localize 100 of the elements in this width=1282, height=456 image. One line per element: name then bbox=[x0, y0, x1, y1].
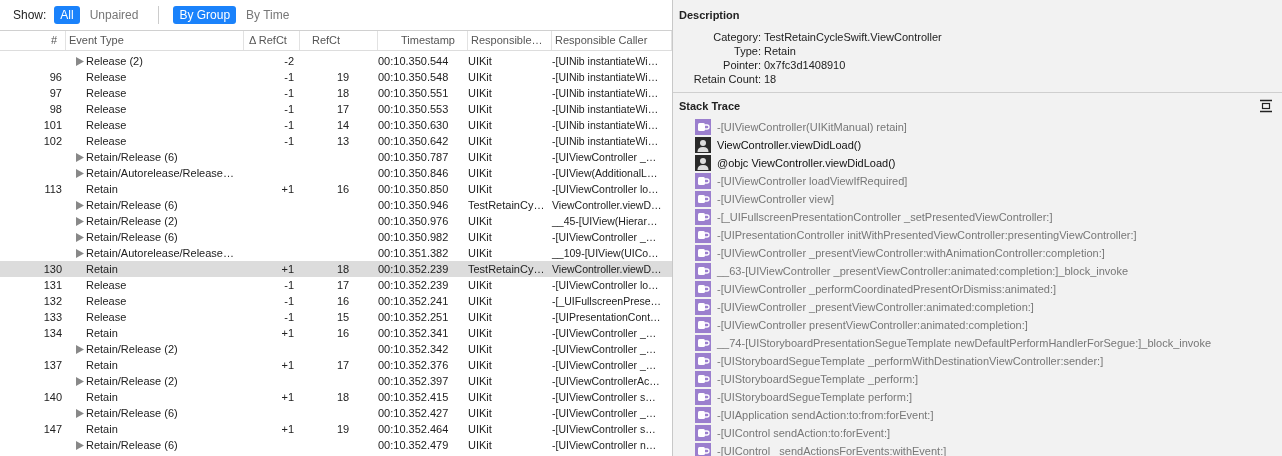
stack-frame[interactable]: -[UIViewController _presentViewController:animated:completion:] bbox=[717, 298, 1034, 316]
table-row[interactable]: Retain/Release (6) 00:10.350.946 TestRetainCy… ViewController.viewD… bbox=[0, 197, 672, 213]
table-row[interactable]: Retain/Release (2) 00:10.350.976 UIKit __45-[UIView(Hierar… bbox=[0, 213, 672, 229]
table-cell: 101 bbox=[43, 119, 62, 132]
table-row[interactable]: 113 Retain +1 16 00:10.350.850 UIKit -[UIViewController lo… bbox=[0, 181, 672, 197]
table-row[interactable]: 97 Release -1 18 00:10.350.551 UIKit -[UINib instantiateWi… bbox=[0, 85, 672, 101]
table-cell: -[UIPresentationCont… bbox=[552, 311, 661, 323]
table-cell-text: Retain bbox=[86, 262, 118, 278]
table-cell-text: Retain/Release (2) bbox=[86, 214, 178, 230]
table-cell: +1 bbox=[281, 391, 294, 404]
disclosure-triangle-icon[interactable] bbox=[76, 408, 84, 418]
table-row[interactable]: 133 Release -1 15 00:10.352.251 UIKit -[UIPresentationCont… bbox=[0, 309, 672, 325]
column-header[interactable]: RefCt bbox=[300, 31, 378, 50]
table-cell: 00:10.350.544 bbox=[378, 55, 449, 68]
table-cell: 16 bbox=[337, 295, 350, 308]
filter-tab[interactable]: Unpaired bbox=[83, 6, 145, 24]
disclosure-triangle-icon[interactable] bbox=[76, 56, 84, 66]
table-row[interactable]: Retain/Release (2) 00:10.352.342 UIKit -[UIViewController _… bbox=[0, 341, 672, 357]
table-row[interactable]: 96 Release -1 19 00:10.350.548 UIKit -[UINib instantiateWi… bbox=[0, 69, 672, 85]
table-row[interactable]: Retain/Release (6) 00:10.350.982 UIKit -[UIViewController _… bbox=[0, 229, 672, 245]
table-cell: 00:10.350.548 bbox=[378, 71, 449, 84]
stack-frame[interactable]: -[UIViewController loadViewIfRequired] bbox=[717, 172, 908, 190]
table-cell: -1 bbox=[284, 295, 294, 308]
table-cell: UIKit bbox=[468, 279, 492, 292]
stack-frame[interactable]: -[UIPresentationController initWithPresentedViewController:presentingViewController:] bbox=[717, 226, 1137, 244]
cup-icon bbox=[695, 317, 711, 333]
table-cell: 00:10.350.946 bbox=[378, 199, 449, 212]
table-cell: -[UINib instantiateWi… bbox=[552, 119, 659, 131]
table-row[interactable]: Retain/Release (2) 00:10.352.397 UIKit -[UIViewControllerAc… bbox=[0, 373, 672, 389]
stack-frame[interactable]: -[UIStoryboardSegueTemplate _perform:] bbox=[717, 370, 919, 388]
filter-tab[interactable]: All bbox=[54, 6, 80, 24]
table-cell: UIKit bbox=[468, 231, 492, 244]
person-icon bbox=[695, 137, 711, 153]
stack-frame[interactable]: -[UIControl sendAction:to:forEvent:] bbox=[717, 424, 891, 442]
table-row[interactable]: 140 Retain +1 18 00:10.352.415 UIKit -[UIViewController s… bbox=[0, 389, 672, 405]
table-row[interactable]: 131 Release -1 17 00:10.352.239 UIKit -[UIViewController lo… bbox=[0, 277, 672, 293]
table-row[interactable]: 134 Retain +1 16 00:10.352.341 UIKit -[UIViewController _… bbox=[0, 325, 672, 341]
stack-frame[interactable]: __74-[UIStoryboardPresentationSegueTemplate newDefaultPerformHandlerForSegue:]_block_invoke bbox=[717, 334, 1212, 352]
column-header[interactable]: # bbox=[0, 31, 66, 50]
table-cell: -1 bbox=[284, 311, 294, 324]
table-cell-text: Release bbox=[86, 118, 127, 134]
show-label: Show: bbox=[13, 7, 47, 24]
table-row[interactable]: Retain/Release (6) 00:10.352.427 UIKit -[UIViewController _… bbox=[0, 405, 672, 421]
table-cell: UIKit bbox=[468, 87, 492, 100]
table-cell: -[UINib instantiateWi… bbox=[552, 55, 659, 67]
stack-frame[interactable]: -[_UIFullscreenPresentationController _setPresentedViewController:] bbox=[717, 208, 1053, 226]
cup-icon bbox=[695, 119, 711, 135]
table-cell-text: Retain/Release (6) bbox=[86, 406, 178, 422]
stack-frame[interactable]: ViewController.viewDidLoad() bbox=[717, 136, 862, 154]
table-cell: 17 bbox=[337, 279, 350, 292]
table-cell: -1 bbox=[284, 103, 294, 116]
stack-frame[interactable]: -[UIStoryboardSegueTemplate _performWithDestinationViewController:sender:] bbox=[717, 352, 1104, 370]
stack-frame[interactable]: __63-[UIViewController _presentViewController:animated:completion:]_block_invoke bbox=[717, 262, 1129, 280]
table-cell: UIKit bbox=[468, 183, 492, 196]
table-cell: 19 bbox=[337, 71, 350, 84]
column-header[interactable]: Responsible Caller bbox=[552, 31, 672, 50]
disclosure-triangle-icon[interactable] bbox=[76, 344, 84, 354]
table-cell: 16 bbox=[337, 327, 350, 340]
stack-frame[interactable]: -[UIViewController _performCoordinatedPresentOrDismiss:animated:] bbox=[717, 280, 1057, 298]
table-row[interactable]: Retain/Release (6) 00:10.352.479 UIKit -[UIViewController n… bbox=[0, 437, 672, 453]
table-cell: +1 bbox=[281, 263, 294, 276]
filter-tab[interactable]: By Group bbox=[173, 6, 237, 24]
table-row[interactable]: 101 Release -1 14 00:10.350.630 UIKit -[UINib instantiateWi… bbox=[0, 117, 672, 133]
table-row[interactable]: 137 Retain +1 17 00:10.352.376 UIKit -[UIViewController _… bbox=[0, 357, 672, 373]
stack-frame[interactable]: -[UIViewController presentViewController:animated:completion:] bbox=[717, 316, 1028, 334]
column-header[interactable]: Event Type bbox=[66, 31, 244, 50]
table-row[interactable]: 102 Release -1 13 00:10.350.642 UIKit -[UINib instantiateWi… bbox=[0, 133, 672, 149]
table-cell-text: Release bbox=[86, 70, 127, 86]
table-cell: 137 bbox=[43, 359, 62, 372]
table-row[interactable]: 98 Release -1 17 00:10.350.553 UIKit -[UINib instantiateWi… bbox=[0, 101, 672, 117]
stack-frame[interactable]: -[UIViewController _presentViewController:withAnimationController:completion:] bbox=[717, 244, 1105, 262]
table-row[interactable]: Release (2) -2 00:10.350.544 UIKit -[UINib instantiateWi… bbox=[0, 53, 672, 69]
column-header[interactable]: Δ RefCt bbox=[244, 31, 300, 50]
stack-frame[interactable]: -[UIViewController view] bbox=[717, 190, 835, 208]
collapse-icon[interactable] bbox=[1259, 98, 1273, 113]
table-cell: +1 bbox=[281, 183, 294, 196]
table-row[interactable]: Retain/Autorelease/Release… 00:10.351.382 UIKit __109-[UIView(UICo… bbox=[0, 245, 672, 261]
table-row[interactable]: 147 Retain +1 19 00:10.352.464 UIKit -[UIViewController s… bbox=[0, 421, 672, 437]
filter-tab[interactable]: By Time bbox=[240, 6, 296, 24]
table-row[interactable]: 130 Retain +1 18 00:10.352.239 TestRetainCy… ViewController.viewD… bbox=[0, 261, 672, 277]
disclosure-triangle-icon[interactable] bbox=[76, 376, 84, 386]
cup-icon bbox=[695, 281, 711, 297]
table-row[interactable]: 132 Release -1 16 00:10.352.241 UIKit -[_UIFullscreenPrese… bbox=[0, 293, 672, 309]
table-cell: -[UIViewController s… bbox=[552, 423, 656, 435]
disclosure-triangle-icon[interactable] bbox=[76, 440, 84, 450]
column-header[interactable]: Responsible… bbox=[468, 31, 552, 50]
table-cell: ViewController.viewD… bbox=[552, 199, 662, 211]
table-cell: -2 bbox=[284, 55, 294, 68]
table-row[interactable]: Retain/Release (6) 00:10.350.787 UIKit -[UIViewController _… bbox=[0, 149, 672, 165]
stack-frame[interactable]: @objc ViewController.viewDidLoad() bbox=[717, 154, 896, 172]
stack-frame[interactable]: -[UIStoryboardSegueTemplate perform:] bbox=[717, 388, 913, 406]
table-cell: -[UIViewController _… bbox=[552, 343, 657, 355]
column-header[interactable]: Timestamp bbox=[378, 31, 468, 50]
table-cell: UIKit bbox=[468, 359, 492, 372]
table-row[interactable]: Retain/Autorelease/Release… 00:10.350.846 UIKit -[UIView(AdditionalL… bbox=[0, 165, 672, 181]
table-cell: -[UINib instantiateWi… bbox=[552, 135, 659, 147]
table-cell: UIKit bbox=[468, 119, 492, 132]
stack-frame[interactable]: -[UIApplication sendAction:to:from:forEvent:] bbox=[717, 406, 934, 424]
stack-frame[interactable]: -[UIViewController(UIKitManual) retain] bbox=[717, 118, 907, 136]
table-cell: -[UIViewController lo… bbox=[552, 183, 659, 195]
